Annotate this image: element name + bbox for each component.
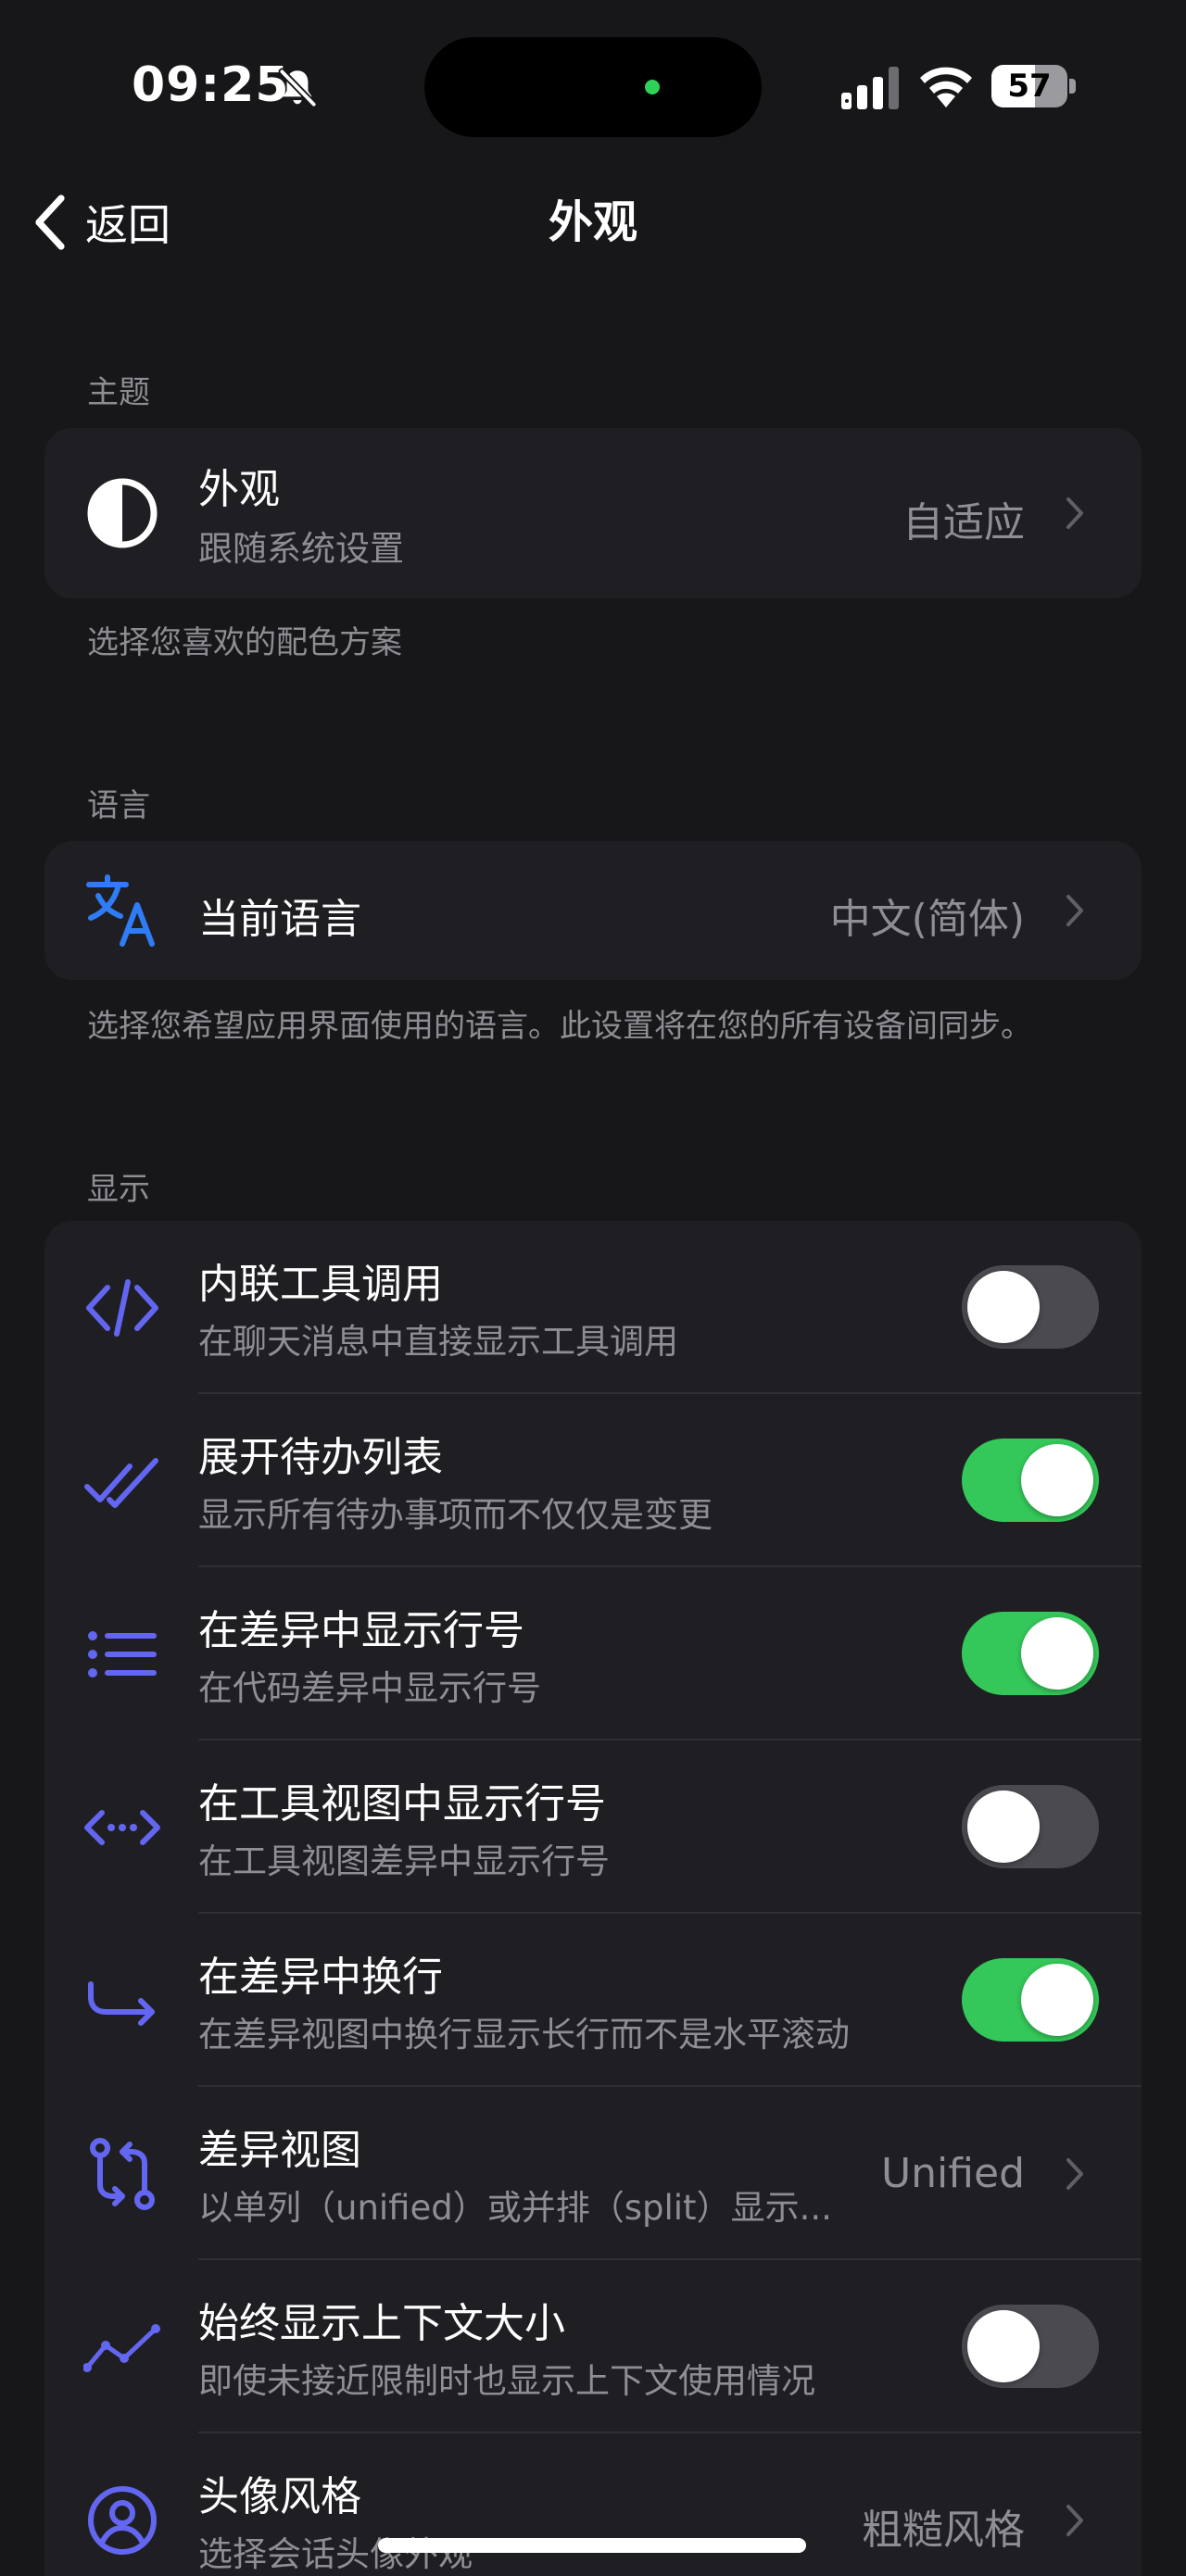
appearance-subtitle: 跟随系统设置 [198,529,404,569]
section-header-theme: 主题 [87,374,150,411]
row-title: 内联工具调用 [198,1261,443,1308]
row-title: 差异视图 [198,2127,361,2174]
dynamic-island [424,37,762,137]
chevron-right-icon [1066,497,1083,529]
row-title: 始终显示上下文大小 [198,2300,565,2347]
section-header-display: 显示 [87,1171,150,1208]
list-icon [88,1631,157,1678]
wrap-arrow-icon [88,1981,155,2026]
row-subtitle: 在差异视图中换行显示长行而不是水平滚动 [198,2015,850,2055]
context-size-toggle[interactable] [962,2305,1099,2388]
row-subtitle: 在聊天消息中直接显示工具调用 [198,1322,678,1362]
language-value: 中文(简体) [829,896,1025,943]
diff-view-row[interactable]: 差异视图 以单列（unified）或并排（split）显示... Unified [44,2087,1142,2260]
row-title: 在差异中显示行号 [198,1607,524,1654]
camera-indicator-dot [645,80,660,94]
chevron-right-icon [1066,2158,1083,2190]
translate-icon [86,874,155,947]
diff-line-numbers-toggle[interactable] [962,1612,1099,1695]
double-check-icon [84,1458,158,1508]
diff-wrap-lines-toggle[interactable] [962,1958,1099,2042]
chevron-right-icon [1066,895,1083,926]
expand-todo-list-row: 展开待办列表 显示所有待办事项而不仅仅是变更 [44,1394,1142,1567]
appearance-value: 自适应 [902,499,1025,547]
half-circle-icon [87,478,158,548]
row-subtitle: 在工具视图差异中显示行号 [198,1841,610,1881]
language-row[interactable]: 当前语言 中文(简体) [44,841,1142,980]
cellular-signal-icon [841,67,899,109]
row-title: 头像风格 [198,2473,361,2520]
navigation-bar: 返回 外观 [0,176,1186,269]
theme-card: 外观 跟随系统设置 自适应 [44,428,1142,598]
chevron-left-icon [35,195,65,250]
avatar-circle-icon [88,2486,157,2555]
avatar-style-value: 粗糙风格 [862,2507,1025,2554]
appearance-title: 外观 [198,466,280,513]
page-title: 外观 [548,196,637,248]
inline-tool-calls-toggle[interactable] [962,1265,1099,1349]
wifi-icon [920,67,972,107]
home-indicator[interactable] [378,2538,806,2553]
code-icon [86,1279,158,1337]
section-header-language: 语言 [87,787,150,824]
row-subtitle: 即使未接近限制时也显示上下文使用情况 [198,2361,815,2401]
diff-wrap-lines-row: 在差异中换行 在差异视图中换行显示长行而不是水平滚动 [44,1914,1142,2087]
back-button[interactable]: 返回 [32,176,170,269]
row-title: 展开待办列表 [198,1434,443,1481]
status-time: 09:25 [132,57,290,113]
theme-footnote: 选择您喜欢的配色方案 [87,624,402,661]
tool-view-line-numbers-toggle[interactable] [962,1785,1099,1868]
bell-muted-icon [278,68,318,108]
diff-line-numbers-row: 在差异中显示行号 在代码差异中显示行号 [44,1567,1142,1740]
display-card: 内联工具调用 在聊天消息中直接显示工具调用 展开待办列表 显示所有待办事项而不仅… [44,1221,1142,2576]
row-title: 在工具视图中显示行号 [198,1780,606,1828]
avatar-style-row[interactable]: 头像风格 选择会话头像外观 粗糙风格 [44,2433,1142,2576]
language-title: 当前语言 [198,896,361,943]
row-title: 在差异中换行 [198,1954,443,2001]
battery-percent: 57 [1007,68,1052,105]
language-card: 当前语言 中文(简体) [44,841,1142,980]
battery-indicator: 57 [991,65,1077,107]
chevron-right-icon [1066,2505,1083,2536]
trend-line-icon [83,2324,160,2372]
git-compare-icon [90,2138,155,2210]
tool-view-line-numbers-row: 在工具视图中显示行号 在工具视图差异中显示行号 [44,1740,1142,1914]
appearance-settings-screen: 09:25 57 返回 外观 主题 外观 跟随系统设置 自适应 选择您喜欢的配色… [0,0,1186,2576]
context-size-row: 始终显示上下文大小 即使未接近限制时也显示上下文使用情况 [44,2260,1142,2433]
row-subtitle: 以单列（unified）或并排（split）显示... [198,2188,832,2228]
language-footnote: 选择您希望应用界面使用的语言。此设置将在您的所有设备间同步。 [87,1008,1032,1045]
appearance-row[interactable]: 外观 跟随系统设置 自适应 [44,428,1142,598]
row-subtitle: 显示所有待办事项而不仅仅是变更 [198,1495,713,1535]
diff-view-value: Unified [880,2150,1025,2197]
inline-tool-calls-row: 内联工具调用 在聊天消息中直接显示工具调用 [44,1221,1142,1394]
code-expand-icon [84,1810,160,1845]
back-label: 返回 [85,200,170,250]
expand-todo-list-toggle[interactable] [962,1439,1099,1522]
row-subtitle: 在代码差异中显示行号 [198,1668,541,1708]
status-bar: 09:25 57 [0,0,1186,176]
